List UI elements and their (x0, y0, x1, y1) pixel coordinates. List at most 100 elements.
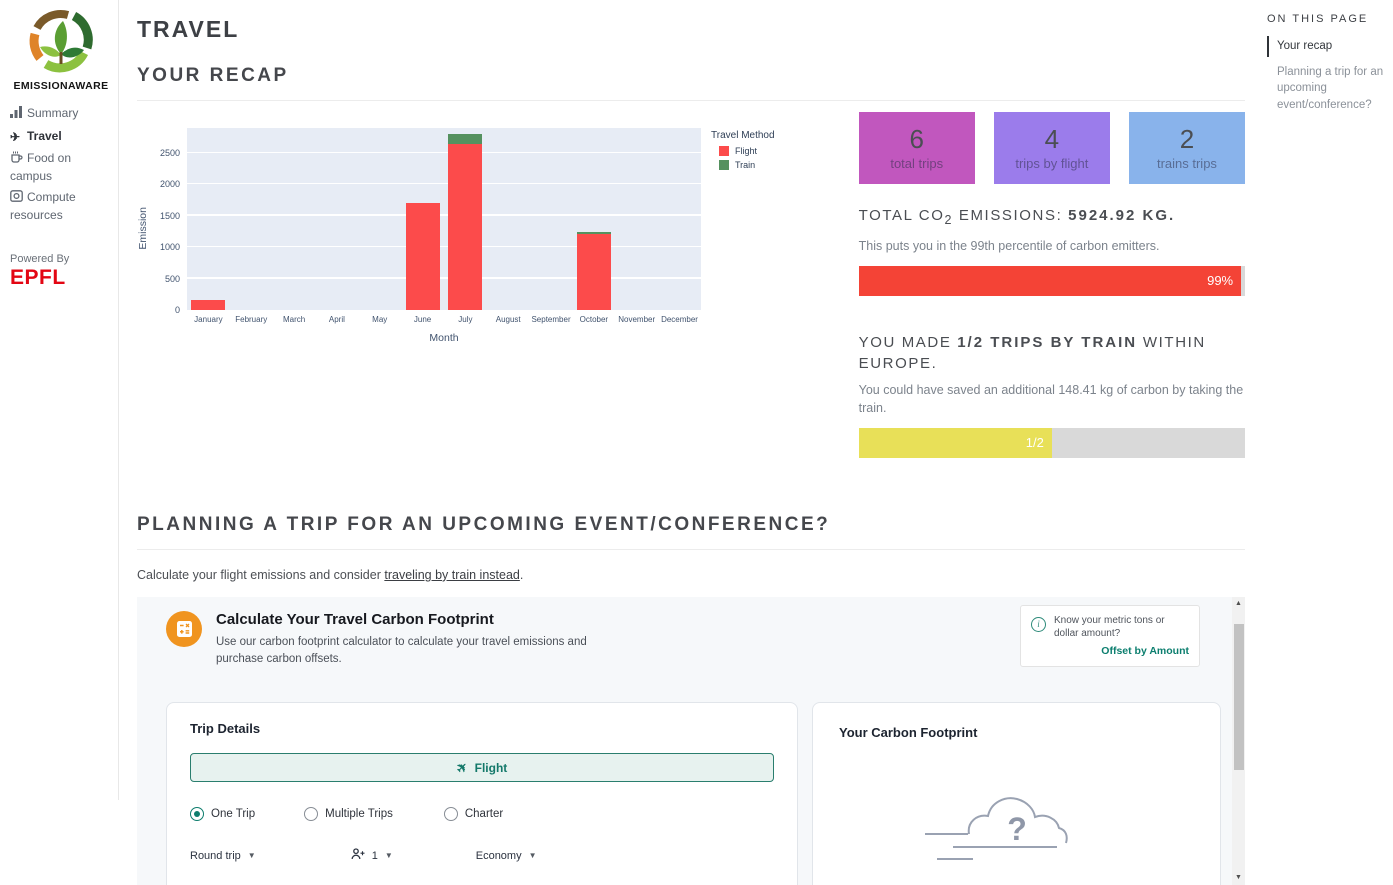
radio-button (443, 807, 458, 822)
stat-card-train-trips: 2 trains trips (1128, 112, 1246, 184)
bar-column-september (530, 128, 573, 310)
sidebar-item-summary[interactable]: Summary (10, 105, 112, 123)
y-tick-label: 500 (164, 273, 180, 284)
x-tick-label: November (618, 315, 656, 324)
cloud-question-illustration: ? (924, 797, 1068, 861)
chevron-down-icon: ▼ (247, 851, 256, 861)
page-title: TRAVEL (137, 16, 240, 42)
x-tick-label: March (282, 315, 306, 324)
bar-column-april (315, 128, 358, 310)
x-tick-label: January (194, 315, 223, 324)
planning-heading: PLANNING A TRIP FOR AN UPCOMING EVENT/CO… (137, 514, 1245, 550)
trip-type-dropdown[interactable]: Round trip ▼ (190, 850, 256, 862)
radio-label: Multiple Trips (325, 808, 393, 821)
train-trips-block: YOU MADE 1/2 TRIPS BY TRAIN WITHIN EUROP… (858, 332, 1245, 458)
plane-icon: ✈ (10, 129, 21, 144)
offset-question: Know your metric tons or dollar amount? (1054, 614, 1165, 640)
calculator-subtitle: Use our carbon footprint calculator to c… (216, 635, 587, 666)
emissions-chart: Emission 0 500 1000 1500 2000 2500 January Feb… (137, 112, 798, 458)
radio-one-trip[interactable]: One Trip (190, 807, 256, 822)
train-ratio: 1/2 TRIPS BY TRAIN (957, 333, 1138, 351)
x-tick-label: December (661, 315, 698, 324)
powered-by-label: Powered By (10, 253, 70, 266)
chart-yticks: 0 500 1000 1500 2000 2500 (153, 128, 187, 315)
trip-type-value: Round trip (190, 849, 241, 862)
x-tick-label: February (235, 315, 268, 324)
stat-value: 6 (909, 123, 924, 154)
on-this-page-nav: ON THIS PAGE Your recap Planning a trip … (1267, 0, 1387, 800)
co2-progress-label: 99% (1207, 273, 1234, 289)
train-subtitle: You could have saved an additional 148.4… (858, 382, 1244, 415)
carbon-footprint-title: Your Carbon Footprint (839, 725, 978, 741)
bar-column-july (444, 128, 487, 310)
radio-charter[interactable]: Charter (443, 807, 504, 822)
main-content: TRAVEL YOUR RECAP Emission 0 500 1000 1500 2… (119, 0, 1246, 885)
chart-legend-items: Flight Train (711, 146, 775, 170)
calculator-title: Calculate Your Travel Carbon Footprint (216, 610, 494, 628)
stat-value: 2 (1179, 123, 1195, 154)
bar-column-august (487, 128, 530, 310)
sidebar-item-food[interactable]: Food on campus (10, 150, 112, 184)
bar-train-july (448, 133, 483, 144)
carbon-footprint-card: Your Carbon Footprint ? (812, 702, 1221, 885)
train-progress-track: 1/2 (858, 427, 1245, 458)
y-tick-label: 1000 (159, 242, 180, 253)
passengers-icon (351, 848, 365, 863)
scroll-down-arrow[interactable]: ▼ (1232, 871, 1245, 885)
stat-value: 4 (1044, 123, 1060, 154)
app-logo[interactable]: EMISSIONAWARE (10, 8, 112, 92)
bar-column-october (572, 128, 615, 310)
calculator-body: Trip Details ✈ Flight One Trip Multiple … (166, 702, 1232, 885)
bar-flight-july (448, 143, 483, 310)
toc-item-planning[interactable]: Planning a trip for an upcoming event/co… (1267, 62, 1387, 116)
bar-chart-icon (10, 106, 25, 123)
widget-scrollbar[interactable]: ▲ ▼ (1232, 596, 1245, 885)
sidebar-item-travel[interactable]: ✈ Travel (10, 128, 112, 146)
cabin-class-dropdown[interactable]: Economy ▼ (476, 850, 537, 862)
x-tick-label: August (495, 315, 521, 324)
recap-heading: YOUR RECAP (137, 65, 1245, 101)
coffee-icon (10, 151, 25, 168)
scrollbar-thumb[interactable] (1233, 623, 1244, 770)
radio-label: One Trip (211, 808, 256, 821)
carbon-calculator-widget: Calculate Your Travel Carbon Footprint U… (137, 596, 1245, 885)
stat-label: trains trips (1156, 156, 1217, 172)
sidebar-item-compute[interactable]: Compute resources (10, 189, 112, 223)
radio-label: Charter (464, 808, 504, 821)
chevron-down-icon: ▼ (384, 851, 393, 861)
train-instead-link[interactable]: traveling by train instead (384, 568, 520, 582)
sidebar: EMISSIONAWARE Summary ✈ Travel Food on ca… (0, 0, 119, 800)
x-tick-label: May (372, 315, 388, 324)
scroll-up-arrow[interactable]: ▲ (1232, 597, 1245, 611)
legend-label: Train (735, 160, 756, 170)
svg-text:?: ? (1007, 811, 1027, 847)
radio-button-selected (190, 807, 204, 822)
offset-by-amount-box: i Know your metric tons or dollar amount… (1020, 604, 1200, 667)
info-icon: i (1031, 616, 1046, 632)
bar-flight-october (576, 234, 611, 310)
x-tick-label: June (413, 315, 432, 324)
chart-bars (187, 128, 701, 310)
offset-by-amount-link[interactable]: Offset by Amount (1054, 645, 1189, 657)
planning-text: Calculate your flight emissions and cons… (137, 567, 524, 582)
legend-item-flight[interactable]: Flight (711, 146, 775, 156)
epfl-logo[interactable]: EPFL (10, 266, 112, 290)
co2-emissions-block: TOTAL CO2 EMISSIONS: 5924.92 KG. This pu… (858, 205, 1245, 296)
passengers-dropdown[interactable]: 1 ▼ (351, 848, 393, 863)
bar-column-june (401, 128, 444, 310)
bar-column-may (358, 128, 401, 310)
trip-details-card: Trip Details ✈ Flight One Trip Multiple … (166, 702, 798, 885)
recap-row: Emission 0 500 1000 1500 2000 2500 January Feb… (137, 112, 1246, 458)
x-tick-label: April (328, 315, 345, 324)
radio-button (304, 807, 319, 822)
sidebar-item-label: Summary (27, 106, 79, 120)
legend-item-train[interactable]: Train (711, 160, 775, 170)
flight-mode-button[interactable]: ✈ Flight (190, 753, 774, 783)
brand-name: EMISSIONAWARE (13, 80, 109, 92)
bar-column-january (187, 128, 230, 310)
bar-column-february (230, 128, 273, 310)
co2-heading: TOTAL CO2 EMISSIONS: 5924.92 KG. (858, 207, 1176, 227)
radio-multiple-trips[interactable]: Multiple Trips (304, 807, 393, 822)
toc-item-your-recap[interactable]: Your recap (1267, 36, 1387, 57)
legend-swatch (719, 146, 729, 156)
